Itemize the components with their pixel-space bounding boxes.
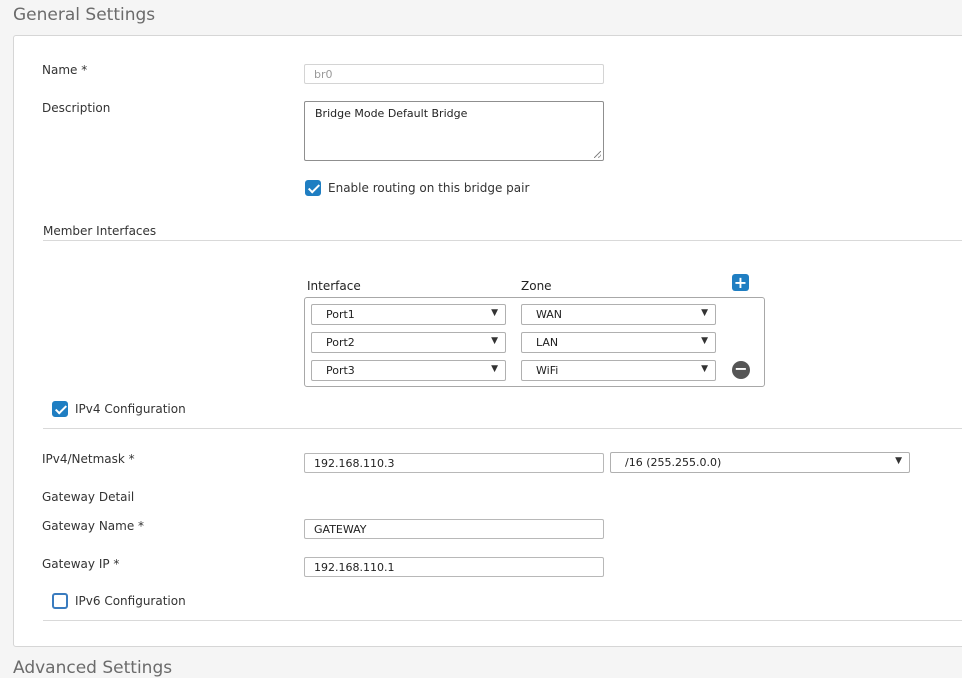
zone-value: WAN	[536, 308, 563, 321]
ipv4-address-field[interactable]: 192.168.110.3	[304, 453, 604, 473]
ipv6-label: IPv6 Configuration	[75, 594, 186, 608]
dropdown-arrow-icon: ▼	[491, 308, 498, 318]
interface-value: Port1	[326, 308, 355, 321]
ipv4-checkbox[interactable]	[52, 401, 68, 417]
gateway-ip-field[interactable]: 192.168.110.1	[304, 557, 604, 577]
member-interfaces-table: Port1 ▼ WAN ▼ Port2 ▼ LAN ▼ Port3 ▼ WiFi…	[304, 297, 765, 387]
member-interfaces-divider	[43, 240, 962, 241]
zone-select-row-1[interactable]: WAN ▼	[521, 304, 716, 325]
dropdown-arrow-icon: ▼	[701, 336, 708, 346]
gateway-name-field[interactable]: GATEWAY	[304, 519, 604, 539]
routing-label: Enable routing on this bridge pair	[328, 181, 530, 195]
netmask-select[interactable]: /16 (255.255.0.0) ▼	[610, 452, 910, 473]
description-field[interactable]: Bridge Mode Default Bridge	[304, 101, 604, 161]
description-value: Bridge Mode Default Bridge	[315, 107, 468, 120]
zone-value: LAN	[536, 336, 559, 349]
interface-value: Port2	[326, 336, 355, 349]
ipv4-divider	[43, 428, 962, 429]
general-settings-panel: Name * br0 Description Bridge Mode Defau…	[13, 35, 962, 647]
plus-icon: +	[733, 273, 748, 292]
dropdown-arrow-icon: ▼	[895, 456, 902, 466]
dropdown-arrow-icon: ▼	[491, 364, 498, 374]
interface-value: Port3	[326, 364, 355, 377]
zone-select-row-3[interactable]: WiFi ▼	[521, 360, 716, 381]
remove-member-button[interactable]: −	[732, 361, 750, 379]
name-label: Name *	[42, 63, 88, 77]
add-member-button[interactable]: +	[732, 274, 749, 291]
ipv6-divider	[43, 620, 962, 621]
zone-column-header: Zone	[521, 279, 552, 293]
minus-circle-icon: −	[734, 359, 748, 378]
member-interfaces-title: Member Interfaces	[43, 224, 157, 238]
interface-column-header: Interface	[307, 279, 361, 293]
routing-checkbox[interactable]	[305, 180, 321, 196]
gateway-detail-label: Gateway Detail	[42, 490, 135, 504]
zone-value: WiFi	[536, 364, 559, 377]
interface-select-row-1[interactable]: Port1 ▼	[311, 304, 506, 325]
advanced-settings-title[interactable]: Advanced Settings	[13, 658, 172, 678]
gateway-ip-label: Gateway IP *	[42, 557, 120, 571]
zone-select-row-2[interactable]: LAN ▼	[521, 332, 716, 353]
resize-grip-icon[interactable]	[594, 151, 601, 158]
gateway-name-label: Gateway Name *	[42, 519, 145, 533]
ipv6-checkbox[interactable]	[52, 593, 68, 609]
netmask-value: /16 (255.255.0.0)	[625, 456, 722, 469]
ipv4-label: IPv4 Configuration	[75, 402, 186, 416]
dropdown-arrow-icon: ▼	[701, 308, 708, 318]
dropdown-arrow-icon: ▼	[491, 336, 498, 346]
interface-select-row-2[interactable]: Port2 ▼	[311, 332, 506, 353]
description-label: Description	[42, 101, 111, 115]
dropdown-arrow-icon: ▼	[701, 364, 708, 374]
interface-select-row-3[interactable]: Port3 ▼	[311, 360, 506, 381]
ipv4-netmask-label: IPv4/Netmask *	[42, 452, 135, 466]
name-field[interactable]: br0	[304, 64, 604, 84]
general-settings-title: General Settings	[13, 5, 156, 25]
